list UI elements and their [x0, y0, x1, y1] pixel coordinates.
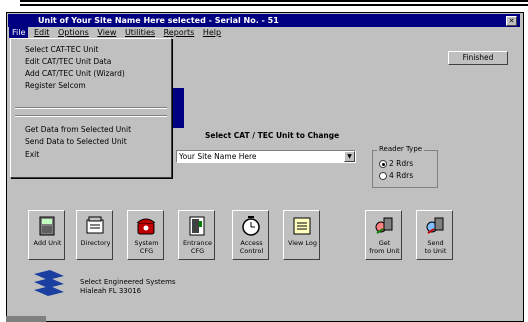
- menu-file[interactable]: File: [9, 27, 29, 38]
- log-icon: [291, 215, 313, 237]
- get-from-unit-label: Get from Unit: [369, 239, 400, 255]
- finished-button[interactable]: Finished: [448, 51, 508, 65]
- menu-item-select-unit[interactable]: Select CAT-TEC Unit: [25, 45, 98, 54]
- radio-4-readers[interactable]: 4 Rdrs: [379, 171, 413, 180]
- menu-help[interactable]: Help: [200, 27, 224, 38]
- menu-options[interactable]: Options: [55, 27, 92, 38]
- company-info: Select Engineered Systems Hialeah FL 330…: [80, 278, 176, 296]
- access-control-label: Access Control: [239, 239, 264, 255]
- directory-button[interactable]: Directory: [76, 210, 113, 260]
- menu-item-send-data[interactable]: Send Data to Selected Unit: [25, 137, 127, 146]
- menu-item-edit-unit[interactable]: Edit CAT/TEC Unit Data: [25, 57, 111, 66]
- radio-selected-icon: [379, 160, 387, 168]
- company-name: Select Engineered Systems: [80, 278, 176, 286]
- menu-view[interactable]: View: [94, 27, 119, 38]
- site-select[interactable]: Your Site Name Here ▼: [176, 150, 356, 163]
- select-unit-label: Select CAT / TEC Unit to Change: [205, 131, 340, 140]
- access-control-button[interactable]: Access Control: [232, 210, 269, 260]
- menu-edit[interactable]: Edit: [31, 27, 53, 38]
- radio-2-readers[interactable]: 2 Rdrs: [379, 159, 413, 168]
- system-cfg-label: System CFG: [134, 239, 159, 255]
- reader-type-group: 2 Rdrs 4 Rdrs: [372, 150, 438, 188]
- menu-item-get-data[interactable]: Get Data from Selected Unit: [25, 125, 131, 134]
- chevron-down-icon[interactable]: ▼: [344, 151, 355, 162]
- send-to-unit-label: Send to Unit: [424, 239, 447, 255]
- get-icon: [373, 215, 395, 237]
- get-from-unit-button[interactable]: Get from Unit: [365, 210, 402, 260]
- menu-utilities[interactable]: Utilities: [122, 27, 158, 38]
- system-cfg-button[interactable]: System CFG: [127, 210, 164, 260]
- top-border-line: [20, 0, 528, 2]
- directory-label: Directory: [80, 239, 111, 247]
- clock-icon: [240, 215, 262, 237]
- window-title: Unit of Your Site Name Here selected - S…: [38, 16, 279, 25]
- add-unit-icon: [36, 215, 58, 237]
- entrance-cfg-button[interactable]: Entrance CFG: [178, 210, 215, 260]
- company-address: Hialeah FL 33016: [80, 287, 142, 295]
- directory-icon: [84, 215, 106, 237]
- reader-type-label: Reader Type: [377, 145, 425, 153]
- close-icon[interactable]: ✕: [506, 16, 517, 26]
- menu-item-exit[interactable]: Exit: [25, 150, 39, 159]
- menu-separator: [15, 115, 167, 117]
- radio-empty-icon: [379, 172, 387, 180]
- menu-item-register[interactable]: Register Selcom: [25, 81, 86, 90]
- phone-icon: [135, 215, 157, 237]
- view-log-label: View Log: [287, 239, 318, 247]
- status-bar-fragment: [6, 316, 46, 322]
- add-unit-label: Add Unit: [33, 239, 62, 247]
- selected-unit-panel: [172, 88, 184, 128]
- top-border-line: [20, 4, 528, 6]
- send-to-unit-button[interactable]: Send to Unit: [416, 210, 453, 260]
- menu-separator: [15, 107, 167, 109]
- title-bar: Unit of Your Site Name Here selected - S…: [8, 14, 520, 27]
- send-icon: [424, 215, 446, 237]
- site-select-value: Your Site Name Here: [179, 152, 257, 161]
- menu-item-add-unit[interactable]: Add CAT/TEC Unit (Wizard): [25, 69, 125, 78]
- menu-bar: File Edit Options View Utilities Reports…: [9, 27, 519, 38]
- file-menu-dropdown: Select CAT-TEC Unit Edit CAT/TEC Unit Da…: [10, 38, 172, 178]
- menu-reports[interactable]: Reports: [161, 27, 198, 38]
- company-logo: [30, 268, 68, 298]
- door-icon: [186, 215, 208, 237]
- view-log-button[interactable]: View Log: [283, 210, 320, 260]
- entrance-cfg-label: Entrance CFG: [182, 239, 213, 255]
- add-unit-button[interactable]: Add Unit: [28, 210, 65, 260]
